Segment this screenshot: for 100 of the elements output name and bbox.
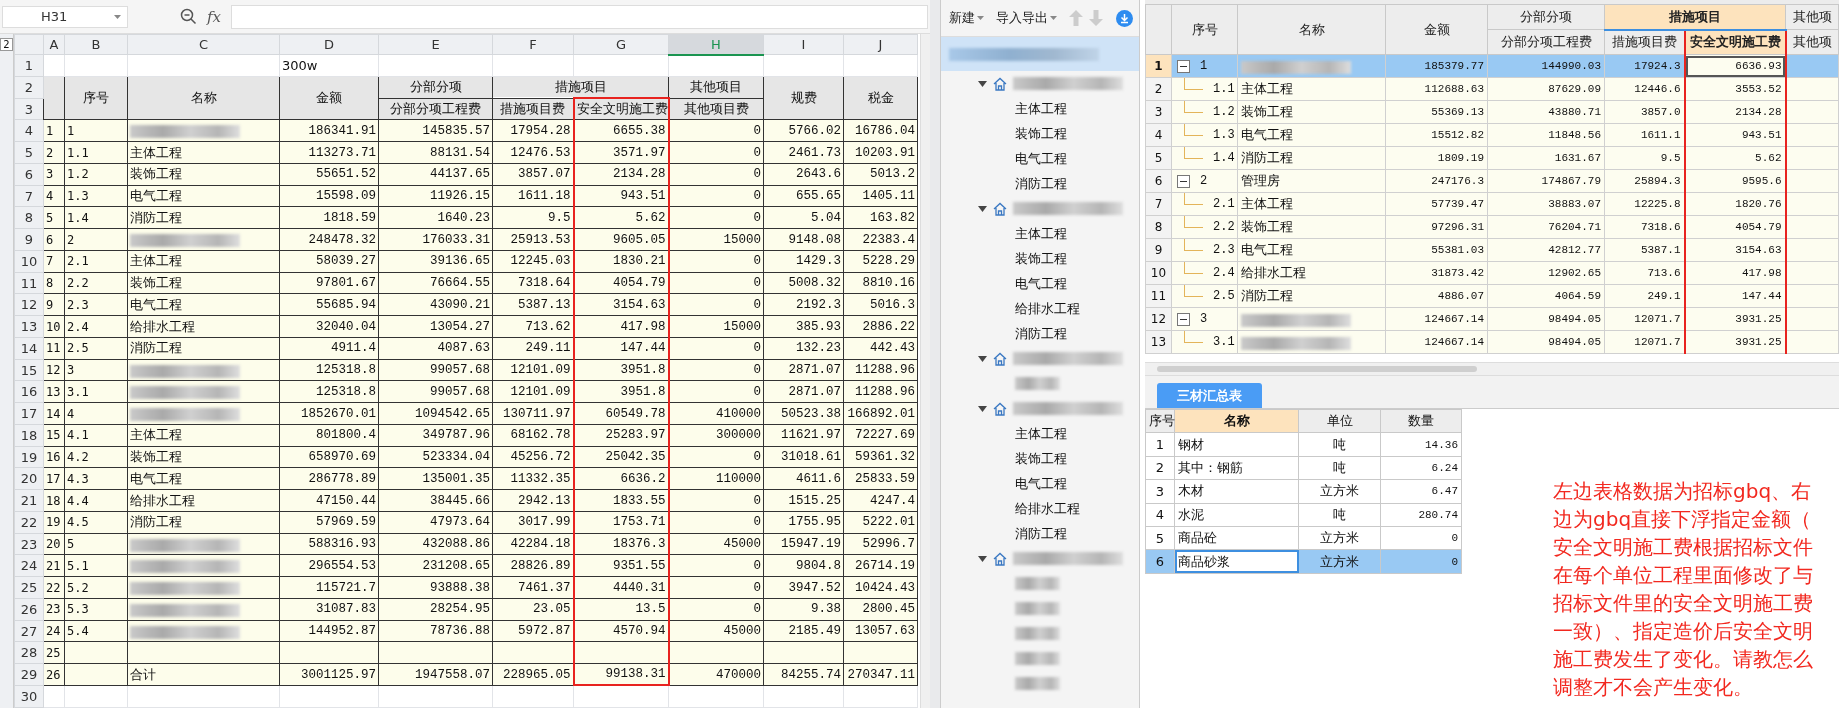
tree-item[interactable]: 消防工程 bbox=[1015, 324, 1067, 343]
expand-caret-icon[interactable] bbox=[978, 80, 987, 87]
row-number[interactable]: 13 bbox=[14, 315, 44, 338]
row-number[interactable]: 29 bbox=[14, 663, 44, 686]
row-number[interactable]: 25 bbox=[14, 576, 44, 599]
row-number[interactable]: 6 bbox=[1145, 169, 1172, 193]
row-number[interactable]: 2 bbox=[14, 76, 44, 99]
row-number[interactable]: 11 bbox=[1145, 284, 1172, 308]
row-number[interactable]: 16 bbox=[14, 381, 44, 403]
column-header[interactable]: C bbox=[127, 34, 280, 55]
tree-item[interactable]: 电气工程 bbox=[1015, 274, 1067, 293]
row-number[interactable]: 2 bbox=[1145, 77, 1172, 101]
row-number[interactable]: 1 bbox=[1145, 432, 1175, 457]
column-heading[interactable]: 分部分项工程费 bbox=[1487, 29, 1605, 55]
row-number[interactable]: 5 bbox=[14, 141, 44, 164]
zoom-icon[interactable] bbox=[180, 8, 197, 25]
row-number[interactable]: 6 bbox=[1145, 549, 1175, 574]
tree-item[interactable]: 电气工程 bbox=[1015, 149, 1067, 168]
row-number[interactable]: 28 bbox=[14, 642, 44, 664]
row-number[interactable]: 17 bbox=[14, 402, 44, 425]
tree-item[interactable]: 装饰工程 bbox=[1015, 124, 1067, 143]
column-header[interactable]: I bbox=[763, 34, 844, 55]
formula-input[interactable] bbox=[231, 4, 928, 29]
column-header[interactable]: B bbox=[64, 34, 128, 55]
row-number[interactable]: 4 bbox=[1145, 123, 1172, 147]
column-heading[interactable]: 序号 bbox=[1171, 4, 1238, 55]
scrollbar[interactable] bbox=[920, 34, 930, 708]
row-number[interactable]: 7 bbox=[1145, 192, 1172, 216]
tree-item[interactable]: 给排水工程 bbox=[1015, 499, 1080, 518]
row-number[interactable]: 10 bbox=[1145, 261, 1172, 285]
row-number[interactable]: 8 bbox=[14, 207, 44, 229]
row-number[interactable]: 3 bbox=[1145, 100, 1172, 124]
row-number[interactable]: 22 bbox=[14, 511, 44, 534]
column-heading[interactable]: 名称 bbox=[1237, 4, 1386, 55]
expand-caret-icon[interactable] bbox=[978, 555, 987, 562]
menu-button[interactable]: 新建 bbox=[949, 9, 984, 27]
row-number[interactable]: 4 bbox=[1145, 503, 1175, 527]
expand-caret-icon[interactable] bbox=[978, 355, 987, 362]
tree-item[interactable]: 消防工程 bbox=[1015, 524, 1067, 543]
column-heading[interactable]: 单位 bbox=[1298, 409, 1381, 433]
row-number[interactable]: 9 bbox=[1145, 238, 1172, 262]
collapse-icon[interactable] bbox=[1177, 174, 1190, 188]
row-number[interactable]: 6 bbox=[14, 163, 44, 186]
row-number[interactable]: 13 bbox=[1145, 330, 1172, 354]
tree-item[interactable]: 装饰工程 bbox=[1015, 249, 1067, 268]
row-number[interactable]: 1 bbox=[14, 54, 44, 77]
row-number[interactable]: 21 bbox=[14, 489, 44, 512]
row-number[interactable]: 26 bbox=[14, 598, 44, 621]
collapse-icon[interactable] bbox=[1177, 59, 1190, 73]
row-number[interactable]: 8 bbox=[1145, 215, 1172, 239]
row-number[interactable]: 19 bbox=[14, 446, 44, 468]
row-number[interactable]: 15 bbox=[14, 359, 44, 381]
column-header[interactable]: A bbox=[43, 34, 65, 55]
menu-button[interactable]: 导入导出 bbox=[996, 9, 1057, 27]
row-number[interactable]: 11 bbox=[14, 272, 44, 294]
row-number[interactable]: 12 bbox=[14, 294, 44, 316]
column-heading[interactable]: 措施项目费 bbox=[1604, 29, 1685, 55]
row-number[interactable]: 20 bbox=[14, 468, 44, 490]
tree-item[interactable]: 主体工程 bbox=[1015, 424, 1067, 443]
scrollbar[interactable] bbox=[1145, 362, 1839, 376]
row-number[interactable]: 18 bbox=[14, 424, 44, 447]
tree-item[interactable]: 电气工程 bbox=[1015, 474, 1067, 493]
row-number[interactable]: 5 bbox=[1145, 526, 1175, 550]
column-heading[interactable]: 数量 bbox=[1380, 409, 1462, 433]
tree-item[interactable]: 装饰工程 bbox=[1015, 449, 1067, 468]
tree-item[interactable]: 给排水工程 bbox=[1015, 299, 1080, 318]
row-number[interactable]: 1 bbox=[1145, 54, 1172, 78]
tree-item[interactable]: 消防工程 bbox=[1015, 174, 1067, 193]
row-number[interactable]: 12 bbox=[1145, 307, 1172, 331]
column-heading[interactable]: 安全文明施工费 bbox=[1684, 29, 1786, 55]
row-number[interactable]: 3 bbox=[1145, 479, 1175, 504]
row-number[interactable]: 27 bbox=[14, 620, 44, 642]
row-number[interactable]: 30 bbox=[14, 685, 44, 708]
collapse-icon[interactable] bbox=[1177, 312, 1190, 326]
row-number[interactable]: 7 bbox=[14, 185, 44, 207]
column-header[interactable]: F bbox=[492, 34, 574, 55]
column-header[interactable]: D bbox=[279, 34, 379, 55]
row-number[interactable]: 10 bbox=[14, 250, 44, 273]
expand-caret-icon[interactable] bbox=[978, 205, 987, 212]
column-header[interactable]: J bbox=[843, 34, 918, 55]
function-label[interactable]: fx bbox=[207, 7, 221, 26]
row-number[interactable]: 4 bbox=[14, 120, 44, 142]
row-number[interactable]: 23 bbox=[14, 533, 44, 555]
column-heading[interactable]: 其他项 bbox=[1785, 4, 1839, 30]
row-number[interactable]: 3 bbox=[14, 98, 44, 120]
row-number[interactable]: 2 bbox=[1145, 456, 1175, 480]
column-heading[interactable]: 金额 bbox=[1385, 4, 1488, 55]
column-heading[interactable]: 措施项目 bbox=[1604, 4, 1786, 30]
column-header[interactable]: E bbox=[378, 34, 493, 55]
row-number[interactable]: 24 bbox=[14, 555, 44, 577]
tree-item[interactable]: 主体工程 bbox=[1015, 224, 1067, 243]
row-number[interactable]: 9 bbox=[14, 228, 44, 251]
outline-level-button[interactable]: 2 bbox=[0, 38, 13, 51]
column-heading[interactable]: 序号 bbox=[1145, 409, 1175, 433]
tree-item[interactable]: 主体工程 bbox=[1015, 99, 1067, 118]
row-number[interactable]: 5 bbox=[1145, 146, 1172, 170]
row-number[interactable]: 14 bbox=[14, 337, 44, 360]
column-heading[interactable]: 分部分项 bbox=[1487, 4, 1605, 30]
expand-caret-icon[interactable] bbox=[978, 405, 987, 412]
download-icon[interactable] bbox=[1116, 9, 1133, 27]
